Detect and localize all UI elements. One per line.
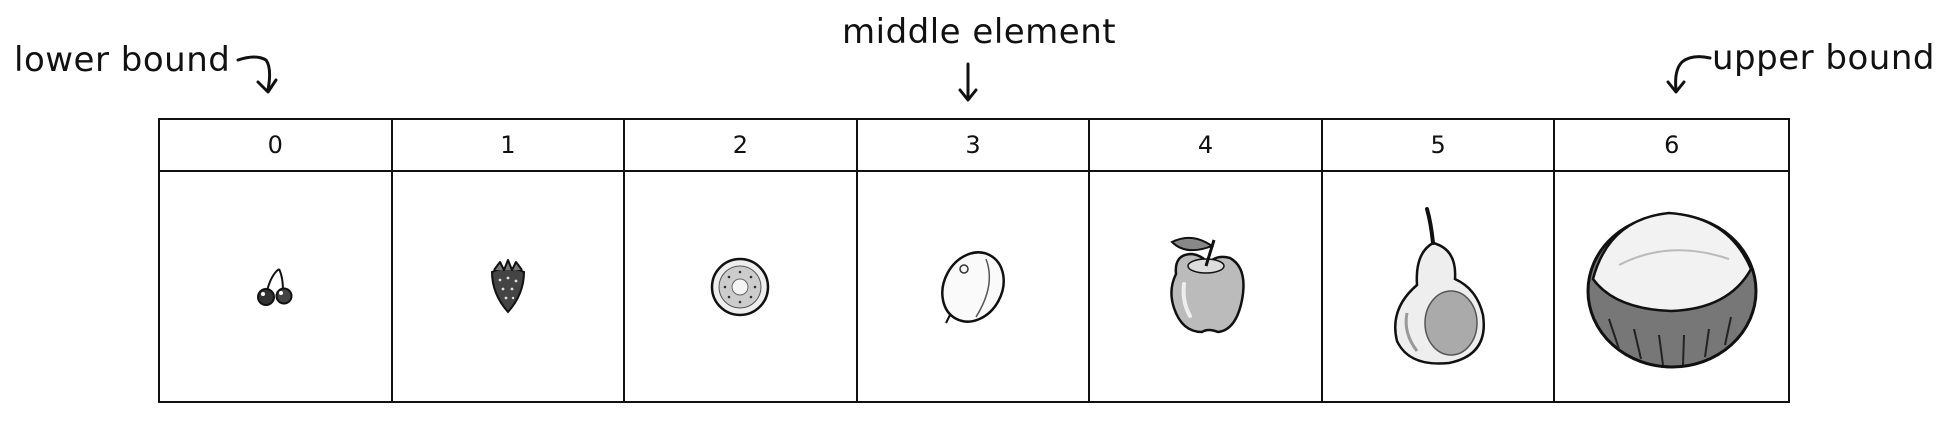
- index-cell-5: 5: [1322, 120, 1556, 172]
- item-cell-4: [1090, 172, 1323, 401]
- coconut-icon: [1586, 211, 1758, 368]
- array-table: 0 1 2 3 4 5 6: [158, 118, 1790, 403]
- apple-icon: [1169, 236, 1245, 333]
- item-cell-0: [160, 172, 393, 401]
- index-cell-4: 4: [1090, 120, 1323, 172]
- item-cell-1: [393, 172, 626, 401]
- index-cell-1: 1: [392, 120, 626, 172]
- cherries-icon: [257, 267, 293, 306]
- index-cell-0: 0: [160, 120, 393, 172]
- index-cell-2: 2: [625, 120, 858, 172]
- item-cell-5: [1323, 172, 1556, 401]
- middle-element-arrow-icon: [958, 62, 978, 102]
- item-cell-3: [858, 172, 1091, 401]
- upper-bound-label: upper bound: [1712, 38, 1935, 78]
- index-cell-3: 3: [857, 120, 1091, 172]
- lower-bound-arrow-icon: [236, 55, 278, 94]
- upper-bound-arrow-icon: [1666, 55, 1712, 94]
- pear-icon: [1394, 206, 1486, 365]
- lower-bound-label: lower bound: [14, 40, 231, 80]
- lemon-icon: [941, 250, 1005, 323]
- strawberry-icon: [490, 258, 525, 314]
- kiwi-icon: [711, 257, 770, 316]
- item-cell-6: [1555, 172, 1788, 401]
- index-cell-6: 6: [1555, 120, 1788, 172]
- item-cell-2: [625, 172, 858, 401]
- middle-element-label: middle element: [842, 12, 1117, 52]
